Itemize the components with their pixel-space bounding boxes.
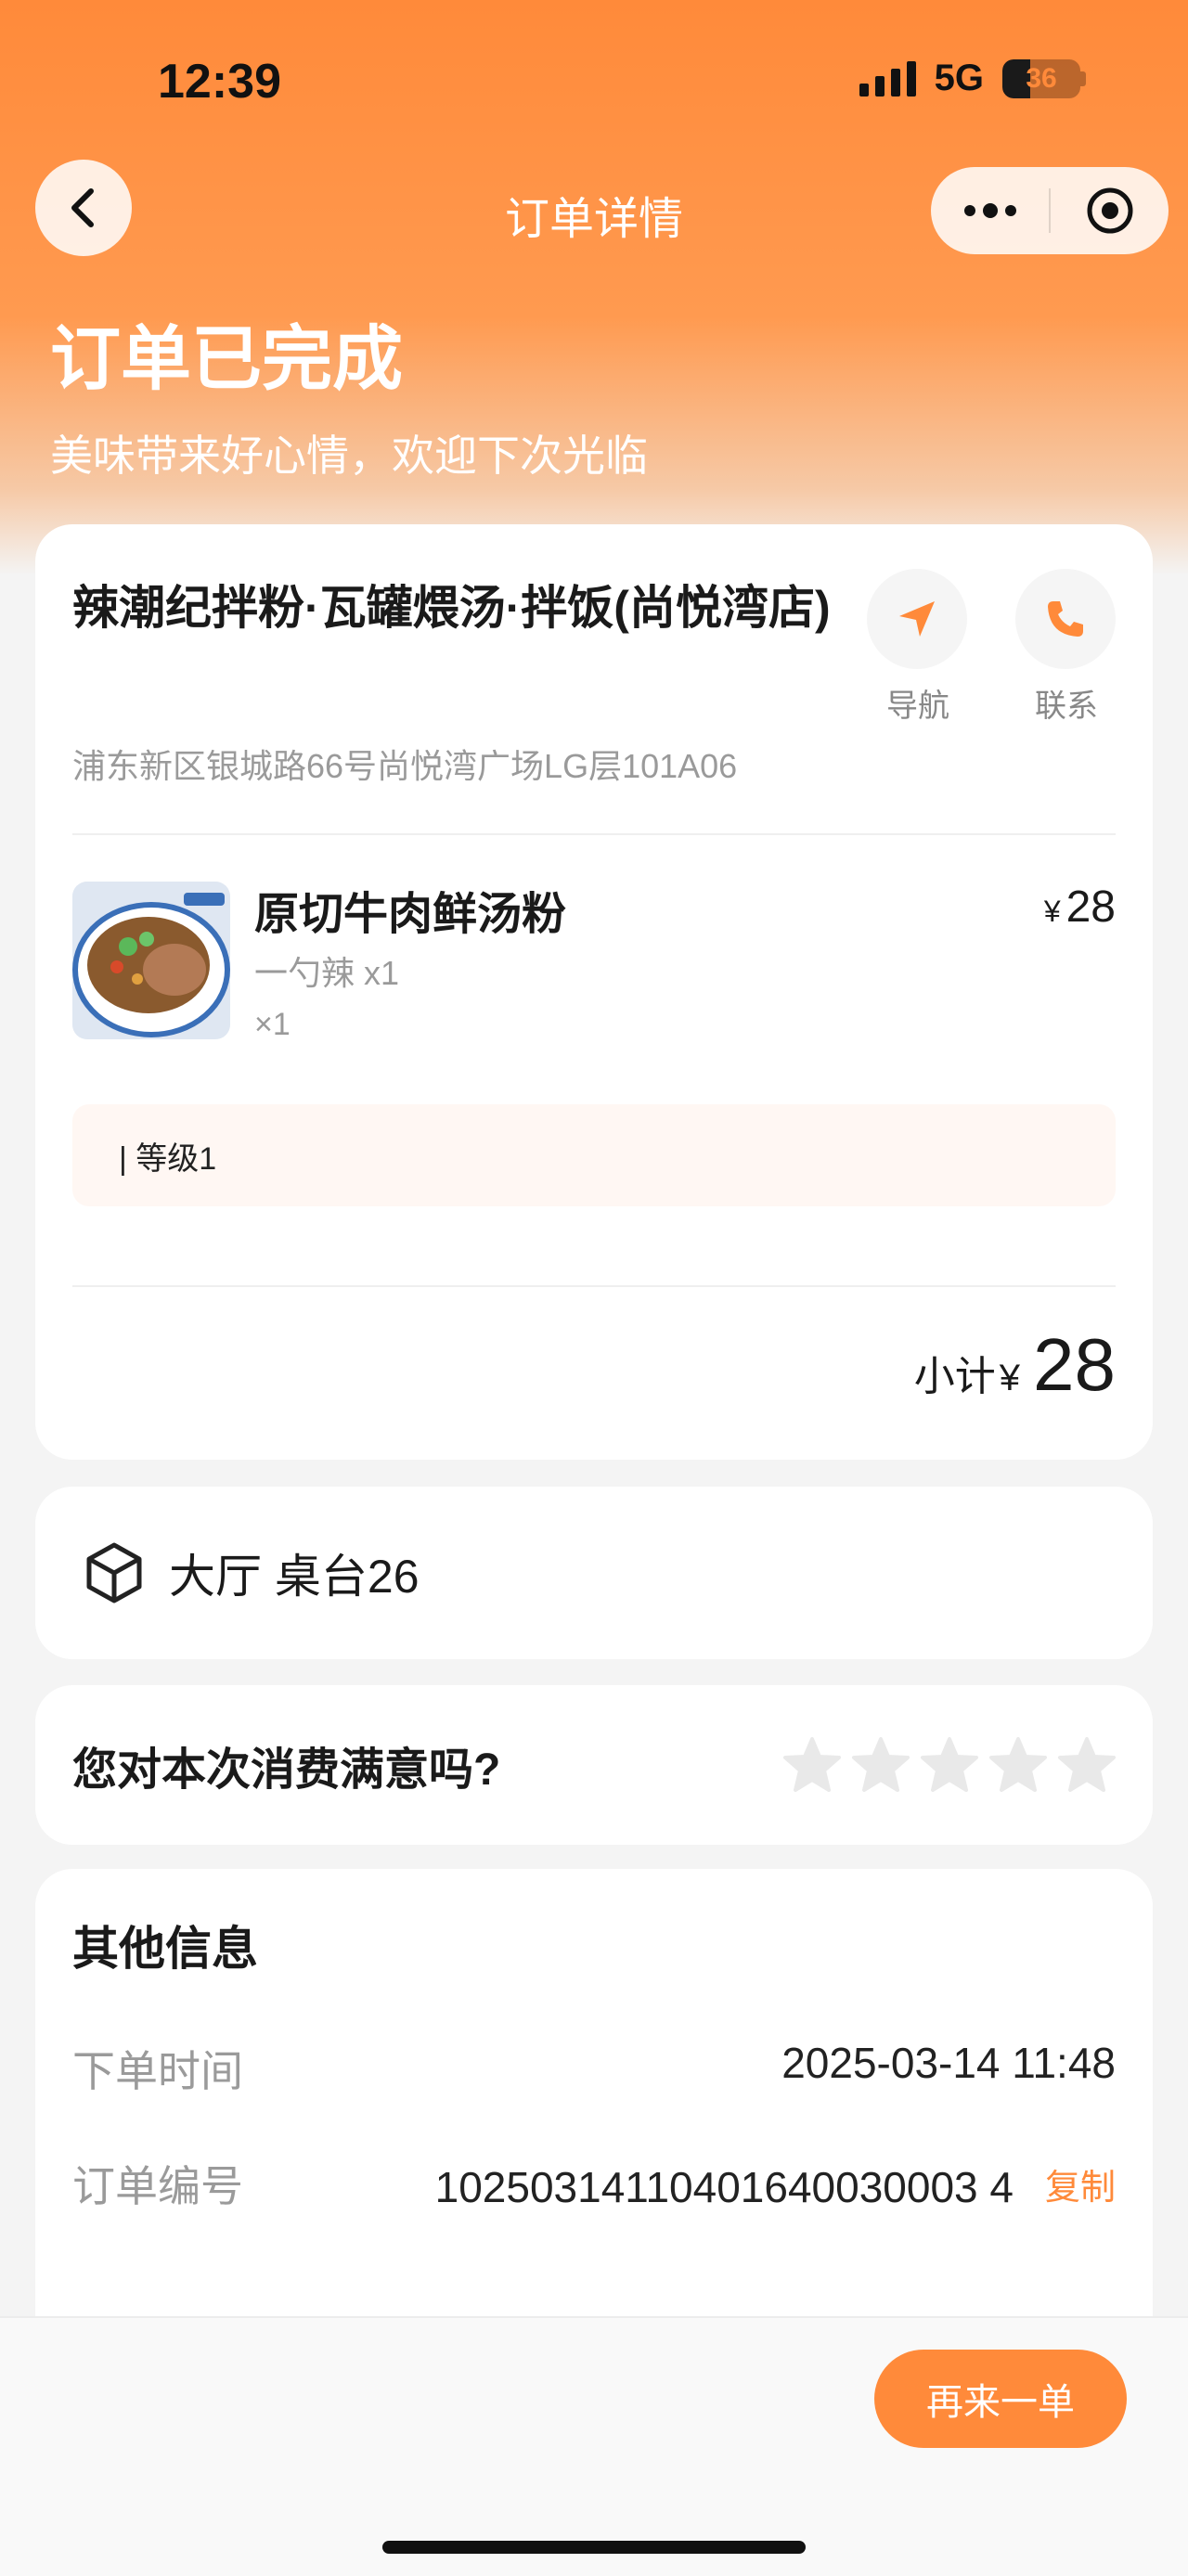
network-type: 5G (934, 58, 984, 98)
other-info-card: 其他信息 下单时间 2025-03-14 11:48 订单编号 10250314… (35, 1869, 1153, 2389)
item-spec: 一勺辣 x1 (254, 954, 400, 992)
reorder-button[interactable]: 再来一单 (874, 2350, 1127, 2448)
subtotal: 小计 ¥ 28 (914, 1322, 1116, 1408)
copy-button[interactable]: 复制 (1045, 2158, 1116, 2209)
battery-percent: 36 (1026, 62, 1057, 94)
more-dots-icon (963, 203, 1016, 218)
star-icon[interactable] (1056, 1735, 1117, 1795)
divider (72, 833, 1116, 835)
order-card: 辣潮纪拌粉·瓦罐煨汤·拌饭(尚悦湾店) 浦东新区银城路66号尚悦湾广场LG层10… (35, 524, 1153, 1460)
mini-program-capsule (931, 167, 1169, 254)
order-status-title: 订单已完成 (50, 320, 403, 399)
store-address: 浦东新区银城路66号尚悦湾广场LG层101A06 (72, 747, 738, 785)
table-label: 大厅 桌台26 (169, 1551, 420, 1603)
divider (72, 1285, 1116, 1287)
contact-button[interactable]: 联系 (1015, 569, 1117, 726)
order-number-label: 订单编号 (72, 2162, 243, 2210)
rating-card: 您对本次消费满意吗? (35, 1685, 1153, 1845)
star-icon[interactable] (919, 1735, 980, 1795)
close-miniprogram-button[interactable] (1051, 167, 1169, 254)
rating-stars (781, 1685, 1117, 1845)
status-time: 12:39 (158, 55, 281, 109)
subtotal-currency: ¥ (999, 1358, 1021, 1398)
table-card: 大厅 桌台26 (35, 1487, 1153, 1659)
item-quantity: ×1 (254, 1007, 291, 1042)
other-info-title: 其他信息 (72, 1923, 258, 1975)
status-indicators: 5G 36 (859, 58, 1086, 99)
signal-icon (859, 60, 916, 97)
star-icon[interactable] (988, 1735, 1049, 1795)
order-number-value: 10250314110401640030003 4 (434, 2163, 1014, 2211)
bottom-action-bar: 再来一单 (0, 2316, 1188, 2576)
order-time-value: 2025-03-14 11:48 (781, 2039, 1116, 2087)
item-price-value: 28 (1065, 882, 1116, 932)
target-icon (1087, 187, 1132, 234)
subtotal-label: 小计 (913, 1354, 996, 1399)
rating-question: 您对本次消费满意吗? (72, 1745, 501, 1795)
navigation-arrow-icon (899, 601, 935, 637)
navigate-button[interactable]: 导航 (867, 569, 969, 726)
dish-image (72, 882, 230, 1039)
order-status-subtitle: 美味带来好心情，欢迎下次光临 (50, 431, 648, 480)
store-name: 辣潮纪拌粉·瓦罐煨汤·拌饭(尚悦湾店) (72, 582, 831, 634)
level-tag: | 等级1 (72, 1104, 1116, 1206)
item-name: 原切牛肉鲜汤粉 (254, 890, 567, 939)
star-icon[interactable] (781, 1735, 843, 1795)
cube-icon (86, 1542, 142, 1604)
order-time-label: 下单时间 (72, 2047, 243, 2095)
currency-symbol: ¥ (1043, 895, 1061, 928)
home-indicator (382, 2541, 806, 2554)
contact-label: 联系 (1035, 689, 1098, 724)
more-button[interactable] (931, 167, 1049, 254)
battery-icon: 36 (1002, 58, 1080, 98)
star-icon[interactable] (850, 1735, 911, 1795)
item-price: ¥28 (1044, 882, 1116, 933)
phone-icon (1048, 601, 1083, 637)
navigate-label: 导航 (886, 689, 949, 724)
subtotal-value: 28 (1033, 1323, 1116, 1406)
